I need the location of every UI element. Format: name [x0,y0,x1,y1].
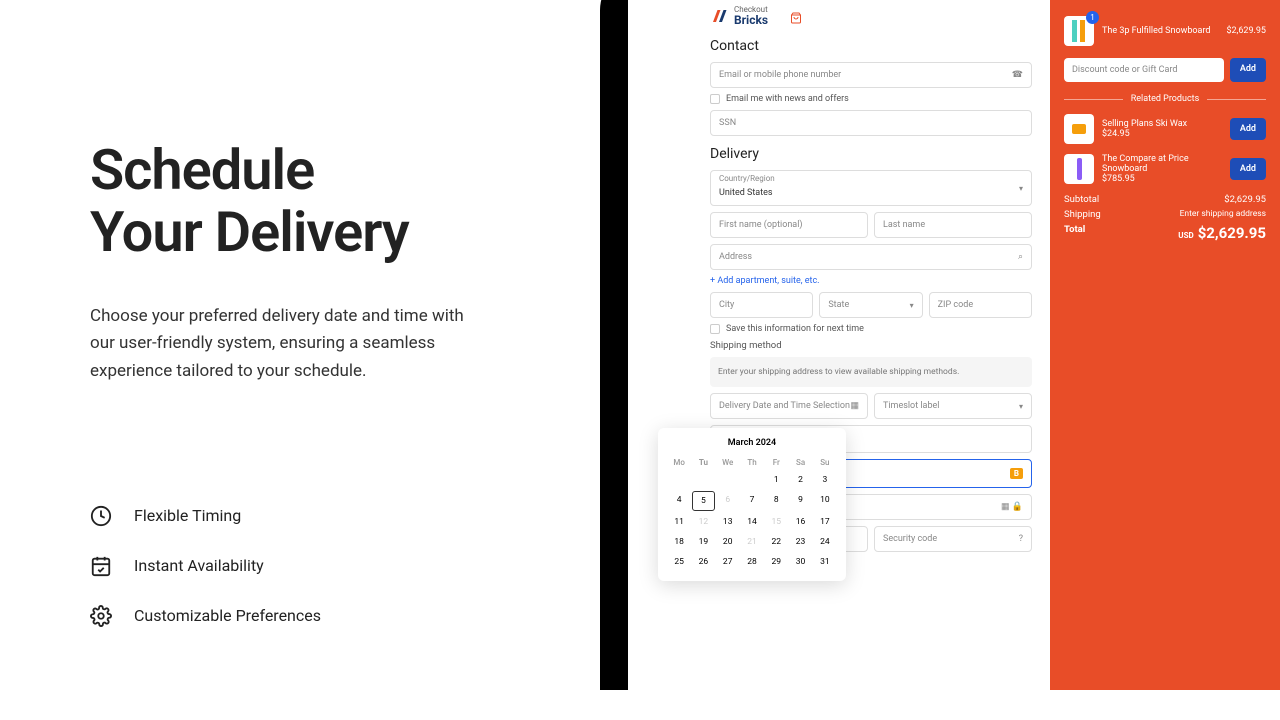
calendar-day[interactable]: 15 [765,513,787,531]
bricks-logo-icon [710,7,728,25]
calendar-day[interactable]: 5 [692,491,714,511]
calendar-day[interactable]: 28 [741,553,763,571]
state-select[interactable]: State▾ [819,292,922,318]
calendar-day[interactable]: 8 [765,491,787,511]
calendar-day[interactable]: 31 [814,553,836,571]
calendar-day[interactable]: 4 [668,491,690,511]
calendar-day[interactable]: 10 [814,491,836,511]
calendar-day[interactable]: 20 [717,533,739,551]
chevron-down-icon: ▾ [1019,184,1023,193]
calendar-day[interactable]: 9 [789,491,811,511]
subtotal-row: Subtotal$2,629.95 [1064,194,1266,205]
page-title: Schedule Your Delivery [90,140,550,263]
calendar-day[interactable]: 27 [717,553,739,571]
news-checkbox[interactable]: Email me with news and offers [710,94,1032,104]
calendar-day[interactable]: 6 [717,491,739,511]
shipping-method-note: Enter your shipping address to view avai… [710,357,1032,387]
calendar-day-header: Th [741,456,763,469]
calendar-day[interactable]: 19 [692,533,714,551]
feature-instant-availability: Instant Availability [90,555,550,577]
calendar-day-header: Tu [692,456,714,469]
product-thumbnail [1064,114,1094,144]
calendar-day [668,471,690,489]
calendar-day[interactable]: 26 [692,553,714,571]
calendar-month-header: March 2024 [668,438,836,448]
delivery-heading: Delivery [710,146,1032,162]
calendar-day[interactable]: 12 [692,513,714,531]
calendar-day[interactable]: 14 [741,513,763,531]
calendar-day [692,471,714,489]
calendar-day[interactable]: 30 [789,553,811,571]
page-subtitle: Choose your preferred delivery date and … [90,303,470,385]
city-field[interactable]: City [710,292,813,318]
calendar-day[interactable]: 22 [765,533,787,551]
calendar-day[interactable]: 7 [741,491,763,511]
delivery-date-field[interactable]: Delivery Date and Time Selection▦ [710,393,868,419]
timeslot-select[interactable]: Timeslot label▾ [874,393,1032,419]
calendar-check-icon [90,555,112,577]
calendar-day[interactable]: 17 [814,513,836,531]
add-related-button[interactable]: Add [1230,158,1266,180]
clock-icon [90,505,112,527]
brand-logo: Checkout Bricks [710,6,1032,26]
first-name-field[interactable]: First name (optional) [710,212,868,238]
calendar-day[interactable]: 25 [668,553,690,571]
chevron-down-icon: ▾ [1019,402,1023,411]
calendar-day[interactable]: 2 [789,471,811,489]
country-select[interactable]: Country/RegionUnited States ▾ [710,170,1032,206]
feature-custom-preferences: Customizable Preferences [90,605,550,627]
zip-field[interactable]: ZIP code [929,292,1032,318]
calendar-day[interactable]: 23 [789,533,811,551]
calendar-popover[interactable]: March 2024 MoTuWeThFrSaSu123456789101112… [658,428,846,581]
calendar-day [741,471,763,489]
address-field[interactable]: Address⌕ [710,244,1032,270]
feature-flexible-timing: Flexible Timing [90,505,550,527]
shipping-method-heading: Shipping method [710,340,1032,351]
calendar-day[interactable]: 18 [668,533,690,551]
gear-icon [90,605,112,627]
product-thumbnail: 1 [1064,16,1094,46]
calendar-day[interactable]: 13 [717,513,739,531]
calendar-day[interactable]: 3 [814,471,836,489]
order-summary-panel: 1 The 3p Fulfilled Snowboard $2,629.95 D… [1050,0,1280,690]
card-badge: B [1010,468,1023,479]
cart-item: 1 The 3p Fulfilled Snowboard $2,629.95 [1064,16,1266,46]
promo-code-input[interactable]: Discount code or Gift Card [1064,58,1224,82]
related-item: The Compare at Price Snowboard$785.95 Ad… [1064,154,1266,184]
calendar-day-header: Su [814,456,836,469]
help-icon: ? [1019,534,1023,544]
phone-icon: ☎ [1012,70,1023,80]
calendar-day-header: Mo [668,456,690,469]
qty-badge: 1 [1086,11,1099,24]
add-promo-button[interactable]: Add [1230,58,1266,82]
add-related-button[interactable]: Add [1230,118,1266,140]
calendar-day-header: We [717,456,739,469]
calendar-day[interactable]: 21 [741,533,763,551]
product-thumbnail [1064,154,1094,184]
contact-heading: Contact [710,38,1032,54]
email-field[interactable]: Email or mobile phone number☎ [710,62,1032,88]
calendar-day[interactable]: 24 [814,533,836,551]
last-name-field[interactable]: Last name [874,212,1032,238]
tablet-frame: Checkout Bricks Contact Email or mobile … [600,0,1280,690]
chevron-down-icon: ▾ [910,301,914,310]
calendar-day-header: Sa [789,456,811,469]
save-info-checkbox[interactable]: Save this information for next time [710,324,1032,334]
total-row: TotalUSD$2,629.95 [1064,224,1266,242]
shipping-row: ShippingEnter shipping address [1064,209,1266,220]
ssn-field[interactable]: SSN [710,110,1032,136]
calendar-day[interactable]: 1 [765,471,787,489]
calendar-day[interactable]: 11 [668,513,690,531]
calendar-day-header: Fr [765,456,787,469]
related-item: Selling Plans Ski Wax$24.95 Add [1064,114,1266,144]
search-icon: ⌕ [1018,252,1023,262]
calendar-day [717,471,739,489]
related-products-heading: Related Products [1064,94,1266,104]
calendar-icon: ▦ [850,401,859,411]
add-apartment-link[interactable]: + Add apartment, suite, etc. [710,276,1032,286]
security-code-field[interactable]: Security code? [874,526,1032,552]
calendar-day[interactable]: 29 [765,553,787,571]
calendar-day[interactable]: 16 [789,513,811,531]
bag-icon[interactable] [790,12,802,24]
